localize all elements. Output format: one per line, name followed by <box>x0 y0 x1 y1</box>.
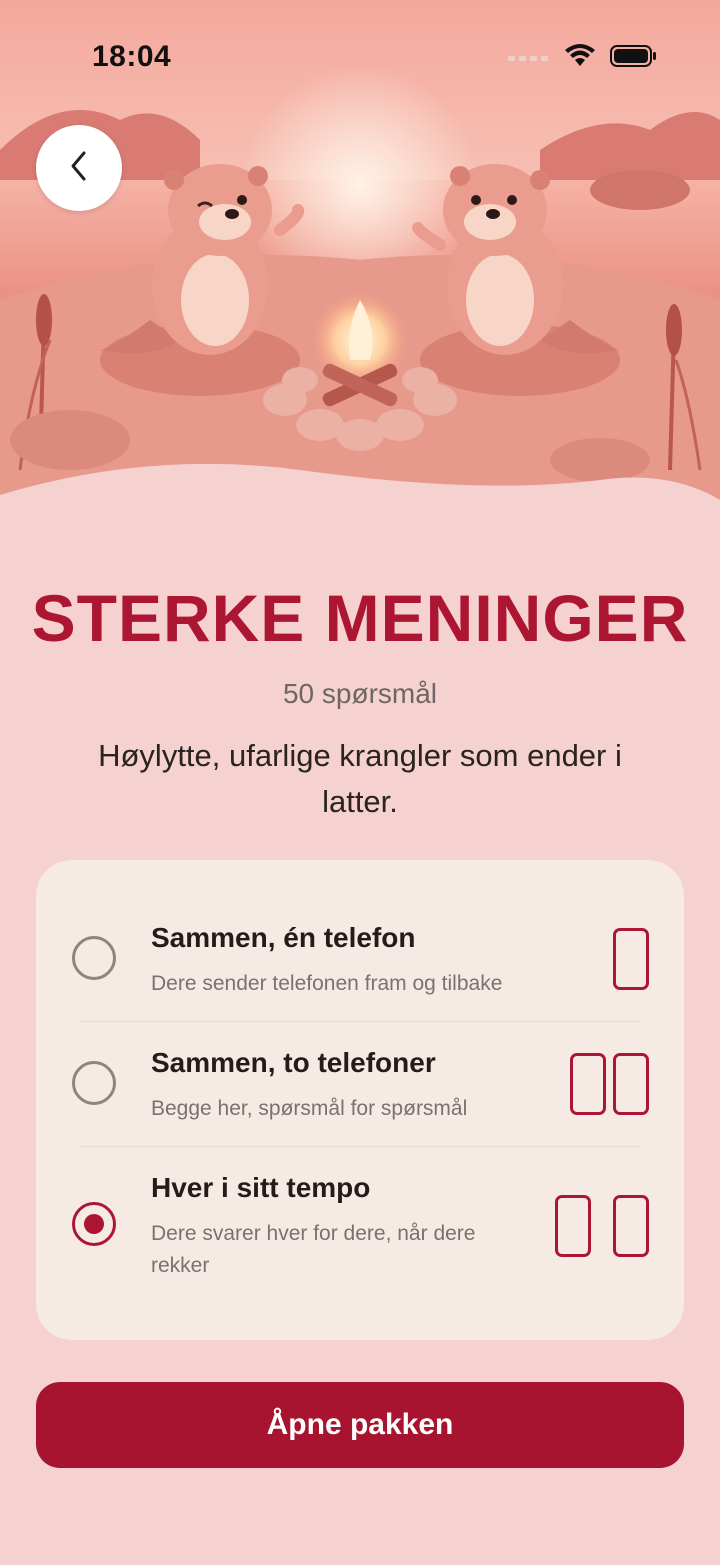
radio-button[interactable] <box>72 936 116 980</box>
status-time: 18:04 <box>92 40 172 73</box>
back-button[interactable] <box>36 125 122 211</box>
mode-subtitle: Dere svarer hver for dere, når dere rekk… <box>151 1222 476 1277</box>
mode-title: Sammen, én telefon <box>151 922 416 953</box>
phone-icon <box>613 1195 649 1257</box>
open-pack-button[interactable]: Åpne pakken <box>36 1382 684 1468</box>
status-bar: 18:04 <box>0 0 720 110</box>
mode-title: Sammen, to telefoner <box>151 1047 436 1078</box>
question-count: 50 spørsmål <box>282 678 438 709</box>
mode-option-two-phones[interactable]: Sammen, to telefoner Begge her, spørsmål… <box>36 1025 684 1145</box>
radio-button[interactable] <box>72 1061 116 1105</box>
phone-icon <box>613 1053 649 1115</box>
signal-icon <box>508 50 550 68</box>
divider <box>80 1021 640 1022</box>
mode-option-one-phone[interactable]: Sammen, én telefon Dere sender telefonen… <box>36 900 684 1020</box>
mode-subtitle: Dere sender telefonen fram og tilbake <box>151 972 503 995</box>
chevron-left-icon <box>69 150 89 187</box>
phone-icon <box>613 928 649 990</box>
pack-description: Høylytte, ufarlige krangler som ender i … <box>98 738 622 819</box>
phone-icon <box>555 1195 591 1257</box>
divider <box>80 1146 640 1147</box>
phone-icon <box>570 1053 606 1115</box>
status-icons <box>508 44 658 73</box>
mode-subtitle: Begge her, spørsmål for spørsmål <box>151 1097 468 1120</box>
radio-button-selected[interactable] <box>72 1202 116 1246</box>
mode-title: Hver i sitt tempo <box>151 1172 371 1203</box>
mode-option-own-pace[interactable]: Hver i sitt tempo Dere svarer hver for d… <box>36 1150 684 1300</box>
pack-title: STERKE MENINGER <box>31 581 689 655</box>
battery-icon <box>610 44 658 73</box>
wifi-icon <box>564 44 596 73</box>
play-mode-card: Sammen, én telefon Dere sender telefonen… <box>36 860 684 1340</box>
